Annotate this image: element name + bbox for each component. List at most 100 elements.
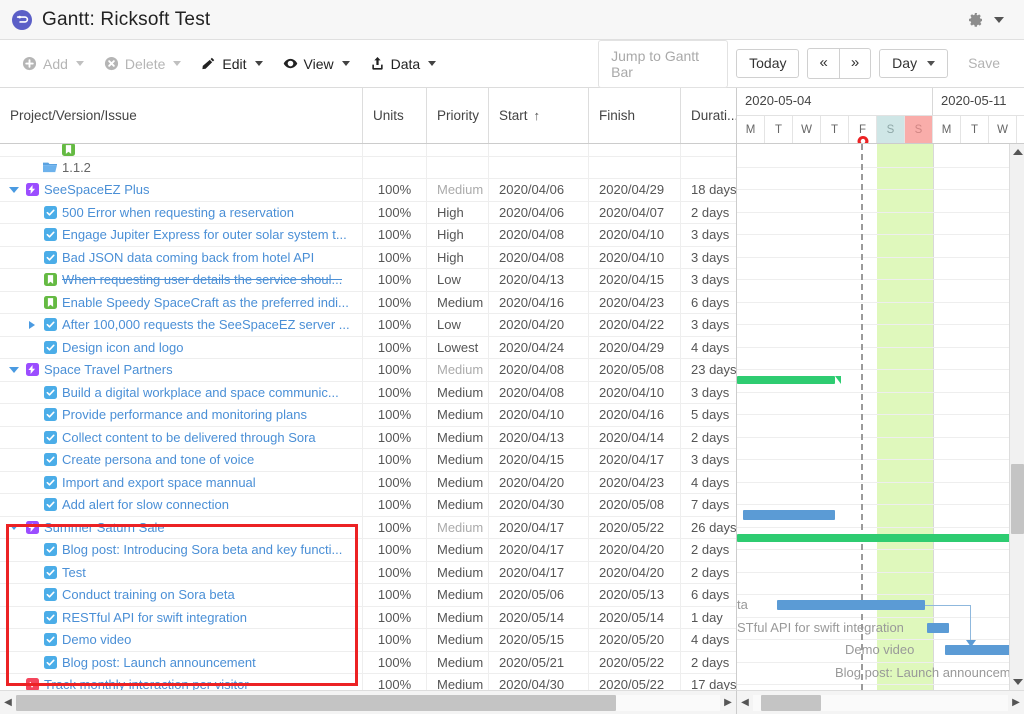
- cell-finish[interactable]: 2020/04/22: [589, 314, 681, 336]
- table-row[interactable]: Summer Saturn Sale100%Medium2020/04/1720…: [0, 517, 736, 540]
- cell-units[interactable]: 100%: [363, 652, 427, 674]
- table-row[interactable]: Blog post: Introducing Sora beta and key…: [0, 539, 736, 562]
- column-header-priority[interactable]: Priority: [427, 88, 489, 143]
- cell-name[interactable]: 500 Error when requesting a reservation: [0, 202, 363, 224]
- issue-link[interactable]: RESTful API for swift integration: [62, 610, 247, 625]
- cell-duration[interactable]: [681, 157, 736, 179]
- table-row[interactable]: Create persona and tone of voice100%Medi…: [0, 449, 736, 472]
- issue-link[interactable]: Space Travel Partners: [44, 362, 173, 377]
- cell-duration[interactable]: 2 days: [681, 202, 736, 224]
- cell-finish[interactable]: [589, 144, 681, 156]
- cell-duration[interactable]: [681, 144, 736, 156]
- cell-start[interactable]: [489, 157, 589, 179]
- cell-name[interactable]: Blog post: Introducing Sora beta and key…: [0, 539, 363, 561]
- cell-start[interactable]: 2020/04/08: [489, 247, 589, 269]
- gantt-summary-bar[interactable]: [737, 534, 1024, 542]
- cell-units[interactable]: 100%: [363, 517, 427, 539]
- cell-finish[interactable]: 2020/05/13: [589, 584, 681, 606]
- cell-finish[interactable]: 2020/04/10: [589, 224, 681, 246]
- table-row[interactable]: Space Travel Partners100%Medium2020/04/0…: [0, 359, 736, 382]
- cell-priority[interactable]: Low: [427, 269, 489, 291]
- issue-link[interactable]: Track monthly interaction per visitor: [44, 677, 249, 690]
- cell-start[interactable]: 2020/04/08: [489, 359, 589, 381]
- table-row[interactable]: RESTful API for swift integration100%Med…: [0, 607, 736, 630]
- cell-start[interactable]: 2020/04/13: [489, 427, 589, 449]
- cell-units[interactable]: 100%: [363, 247, 427, 269]
- toolbar-view-button[interactable]: View: [273, 52, 360, 76]
- issue-link[interactable]: Enable Speedy SpaceCraft as the preferre…: [62, 295, 349, 310]
- cell-finish[interactable]: 2020/05/22: [589, 674, 681, 690]
- cell-finish[interactable]: 2020/05/22: [589, 652, 681, 674]
- column-header-duration[interactable]: Durati...: [681, 88, 736, 143]
- cell-start[interactable]: 2020/04/30: [489, 674, 589, 690]
- cell-units[interactable]: 100%: [363, 494, 427, 516]
- cell-start[interactable]: 2020/04/16: [489, 292, 589, 314]
- cell-units[interactable]: 100%: [363, 562, 427, 584]
- cell-finish[interactable]: 2020/04/15: [589, 269, 681, 291]
- column-header-start[interactable]: Start ↑: [489, 88, 589, 143]
- cell-start[interactable]: 2020/04/17: [489, 539, 589, 561]
- cell-units[interactable]: 100%: [363, 337, 427, 359]
- table-row[interactable]: 500 Error when requesting a reservation 1…: [0, 202, 736, 225]
- cell-priority[interactable]: Medium: [427, 674, 489, 690]
- cell-priority[interactable]: Medium: [427, 494, 489, 516]
- cell-duration[interactable]: 18 days: [681, 179, 736, 201]
- cell-name[interactable]: Add alert for slow connection: [0, 494, 363, 516]
- table-row[interactable]: Test100%Medium2020/04/172020/04/202 days: [0, 562, 736, 585]
- cell-priority[interactable]: Medium: [427, 404, 489, 426]
- cell-start[interactable]: 2020/05/14: [489, 607, 589, 629]
- cell-units[interactable]: 100%: [363, 404, 427, 426]
- caret-right-icon[interactable]: ▶: [720, 697, 736, 708]
- cell-start[interactable]: 2020/04/30: [489, 494, 589, 516]
- cell-units[interactable]: 100%: [363, 539, 427, 561]
- cell-units[interactable]: 100%: [363, 382, 427, 404]
- toolbar-add-button[interactable]: Add: [12, 52, 94, 76]
- issue-link[interactable]: 1.1.2: [62, 160, 91, 175]
- cell-priority[interactable]: Medium: [427, 539, 489, 561]
- cell-units[interactable]: 100%: [363, 359, 427, 381]
- caret-left-icon[interactable]: ◀: [737, 697, 753, 708]
- scrollbar-track[interactable]: [753, 695, 1008, 711]
- today-button[interactable]: Today: [736, 49, 799, 78]
- cell-start[interactable]: 2020/04/15: [489, 449, 589, 471]
- cell-units[interactable]: [363, 144, 427, 156]
- gantt-summary-bar[interactable]: [737, 376, 835, 384]
- cell-start[interactable]: 2020/04/17: [489, 517, 589, 539]
- cell-priority[interactable]: High: [427, 202, 489, 224]
- cell-duration[interactable]: 6 days: [681, 292, 736, 314]
- cell-finish[interactable]: 2020/04/29: [589, 337, 681, 359]
- column-header-finish[interactable]: Finish: [589, 88, 681, 143]
- cell-units[interactable]: 100%: [363, 607, 427, 629]
- scrollbar-thumb[interactable]: [1011, 464, 1024, 534]
- issue-link[interactable]: 500 Error when requesting a reservation: [62, 205, 294, 220]
- cell-units[interactable]: 100%: [363, 314, 427, 336]
- table-row[interactable]: When requesting user details the service…: [0, 269, 736, 292]
- gantt-task-bar[interactable]: [927, 623, 949, 633]
- cell-start[interactable]: 2020/04/08: [489, 224, 589, 246]
- expand-toggle-down-icon[interactable]: [8, 187, 20, 193]
- cell-priority[interactable]: Medium: [427, 517, 489, 539]
- scroll-back-button[interactable]: «: [807, 48, 839, 79]
- cell-units[interactable]: 100%: [363, 269, 427, 291]
- column-header-name[interactable]: Project/Version/Issue: [0, 88, 363, 143]
- issue-link[interactable]: Import and export space mannual: [62, 475, 256, 490]
- cell-units[interactable]: 100%: [363, 584, 427, 606]
- issue-link[interactable]: Provide performance and monitoring plans: [62, 407, 307, 422]
- cell-start[interactable]: 2020/04/17: [489, 562, 589, 584]
- table-row[interactable]: 1.1.2: [0, 157, 736, 180]
- cell-units[interactable]: 100%: [363, 202, 427, 224]
- cell-priority[interactable]: Medium: [427, 382, 489, 404]
- cell-duration[interactable]: 2 days: [681, 562, 736, 584]
- table-row[interactable]: [0, 144, 736, 157]
- issue-link[interactable]: SeeSpaceEZ Plus: [44, 182, 150, 197]
- cell-finish[interactable]: 2020/05/08: [589, 359, 681, 381]
- task-grid[interactable]: 1.1.2SeeSpaceEZ Plus100%Medium2020/04/06…: [0, 144, 736, 690]
- scrollbar-thumb[interactable]: [16, 695, 616, 711]
- cell-finish[interactable]: 2020/04/29: [589, 179, 681, 201]
- cell-start[interactable]: 2020/04/20: [489, 314, 589, 336]
- cell-name[interactable]: Build a digital workplace and space comm…: [0, 382, 363, 404]
- cell-start[interactable]: 2020/05/21: [489, 652, 589, 674]
- cell-duration[interactable]: 1 day: [681, 607, 736, 629]
- issue-link[interactable]: Demo video: [62, 632, 131, 647]
- cell-finish[interactable]: 2020/04/07: [589, 202, 681, 224]
